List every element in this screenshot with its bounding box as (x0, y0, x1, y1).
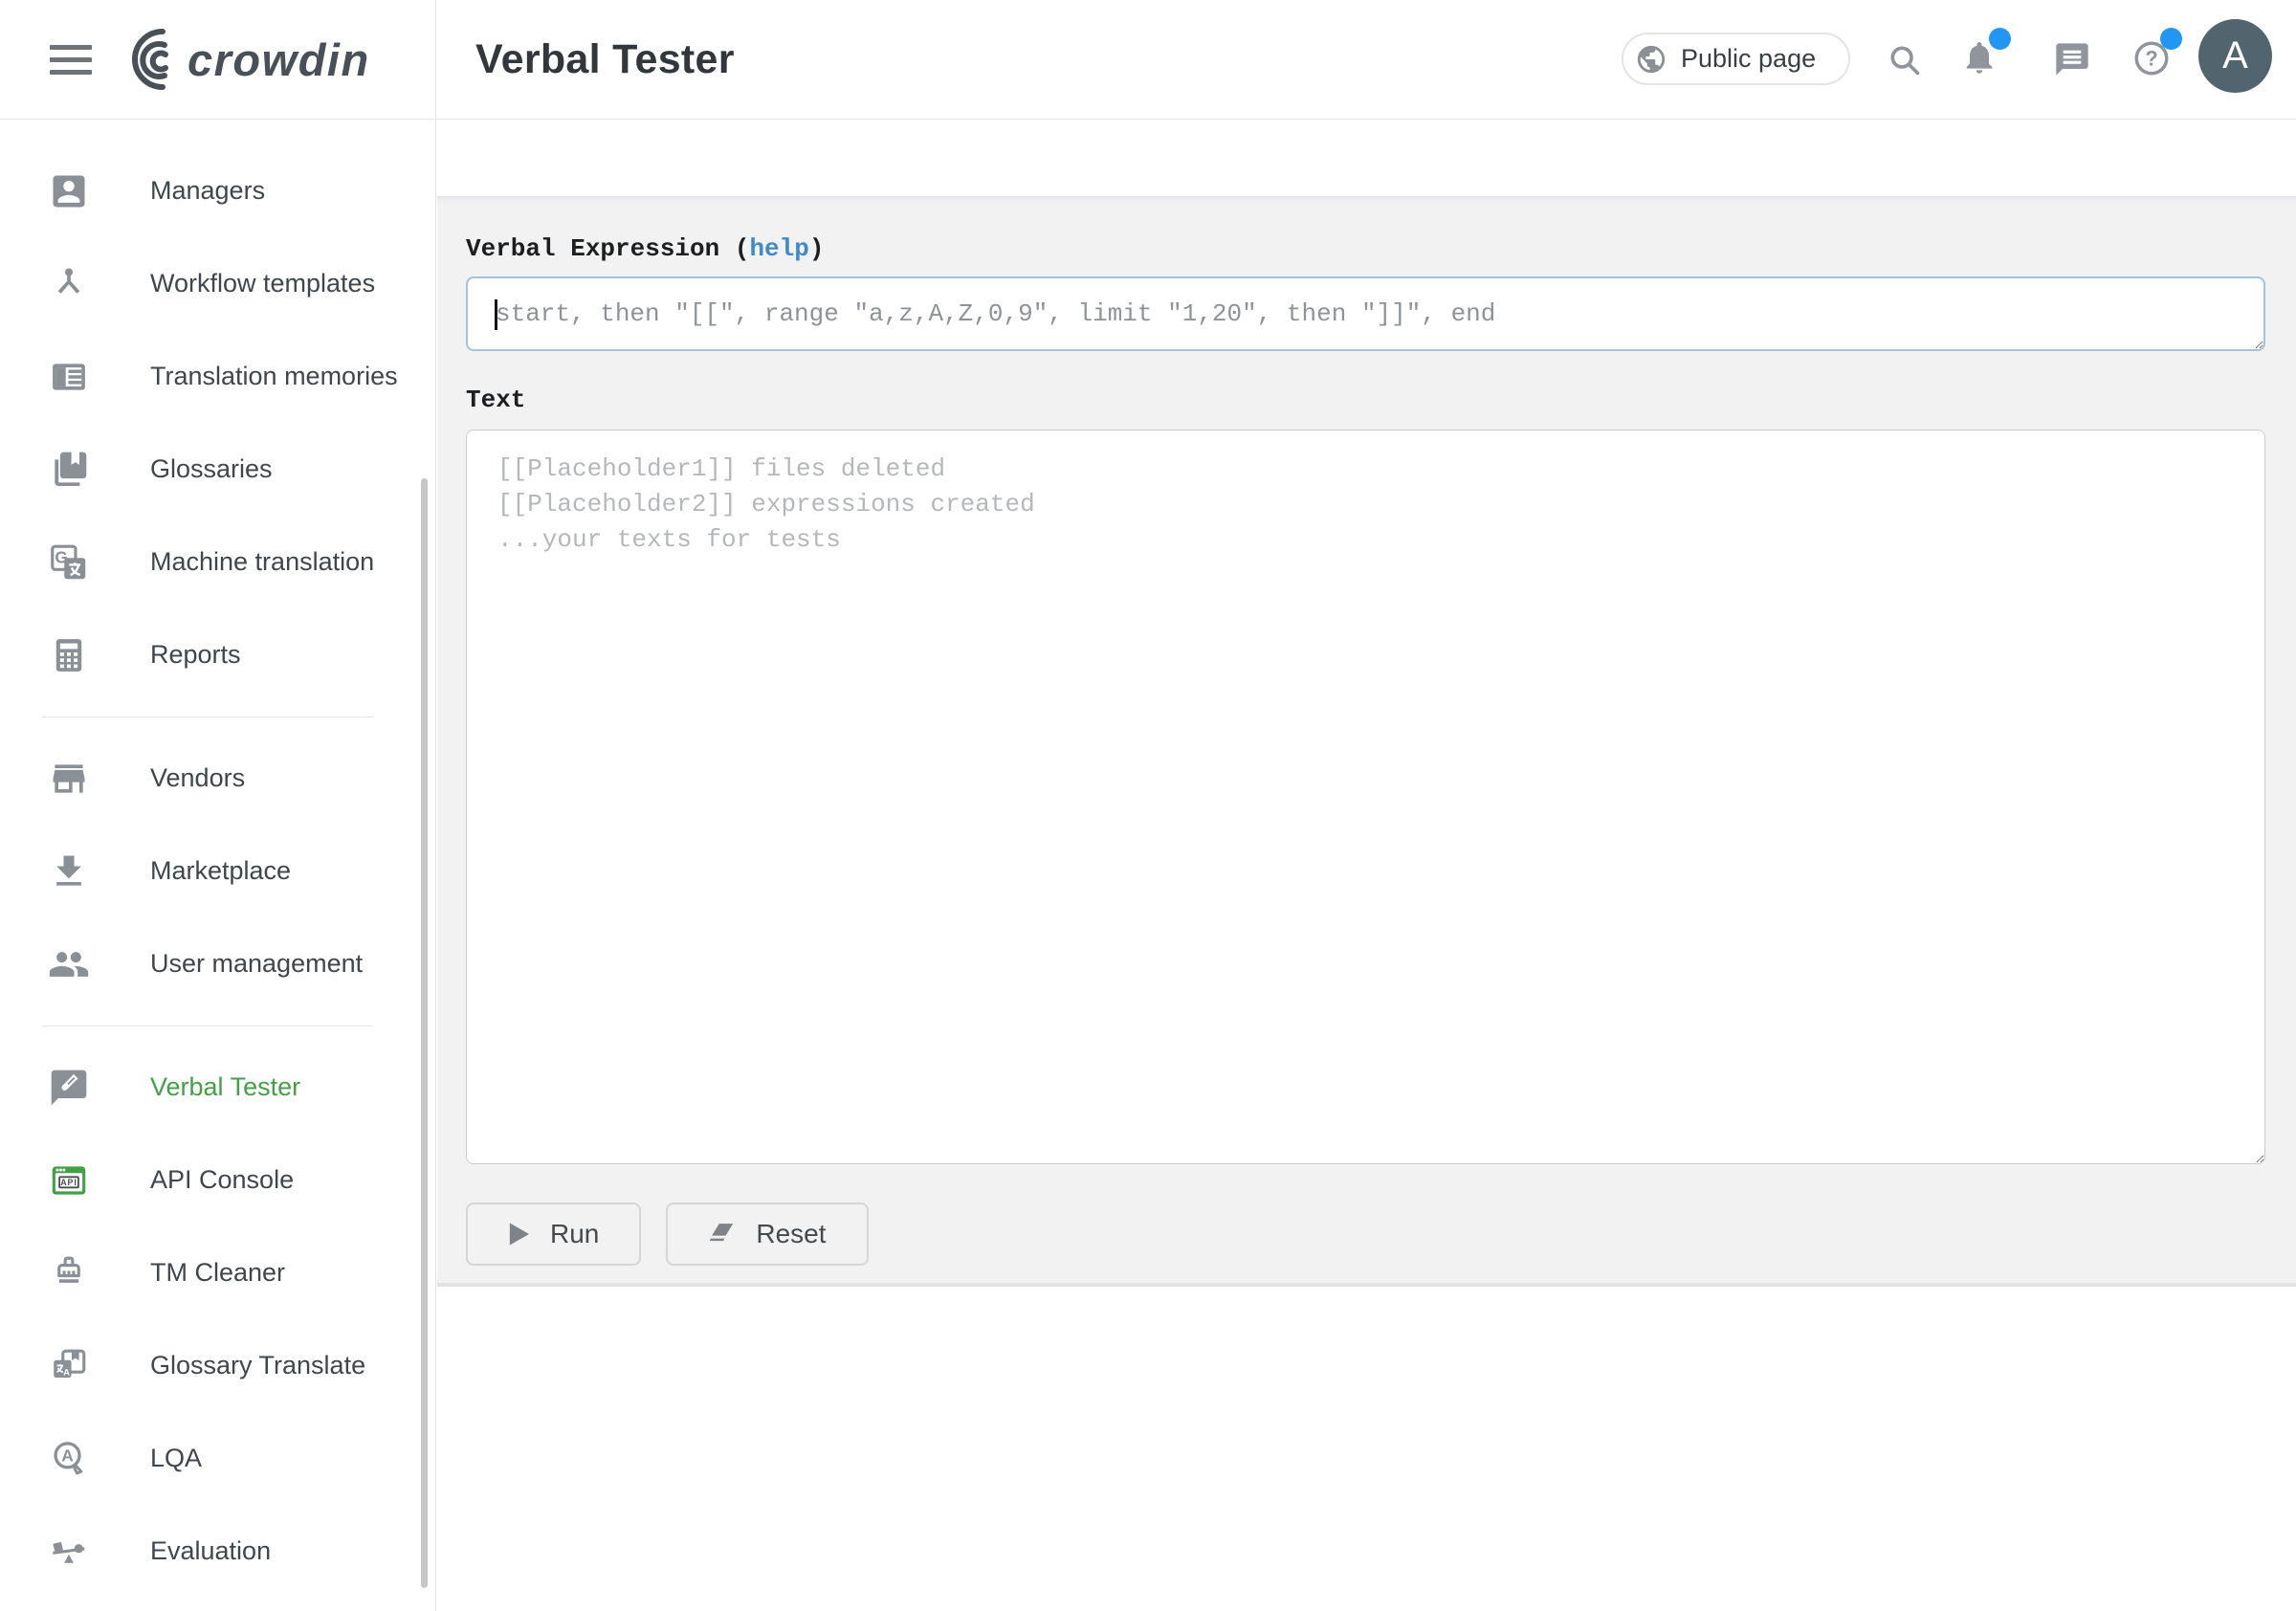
app-header: crowdin Verbal Tester Public page (0, 0, 2296, 120)
svg-text:A: A (63, 1367, 70, 1377)
sidebar-item-user-management[interactable]: User management (0, 917, 435, 1010)
people-icon (48, 943, 90, 985)
notifications-unread-badge (1989, 28, 2011, 50)
sidebar-item-label: Verbal Tester (150, 1072, 300, 1102)
sidebar-item-translation-memories[interactable]: Translation memories (0, 330, 435, 423)
test-tube-bubble-icon (48, 1067, 90, 1109)
eraser-icon (708, 1222, 737, 1247)
memory-card-icon (48, 356, 90, 398)
sidebar-item-vendors[interactable]: Vendors (0, 732, 435, 825)
sidebar-item-label: Machine translation (150, 547, 374, 577)
svg-text:API: API (60, 1177, 77, 1186)
sidebar-nav: Managers Workflow templates (0, 120, 435, 1598)
sidebar-item-managers[interactable]: Managers (0, 144, 435, 237)
sidebar-item-marketplace[interactable]: Marketplace (0, 825, 435, 917)
sidebar-item-lqa[interactable]: A LQA (0, 1412, 435, 1505)
verbal-tester-panel: Verbal Expression (help) Text Run (437, 196, 2296, 1287)
expression-label-text: Verbal Expression ( (466, 234, 749, 263)
sidebar-item-label: TM Cleaner (150, 1258, 285, 1288)
expression-field-wrap (466, 276, 2265, 351)
help-link[interactable]: help (749, 234, 808, 263)
sidebar-item-evaluation[interactable]: Evaluation (0, 1505, 435, 1598)
header-left: crowdin (0, 0, 436, 119)
reset-button[interactable]: Reset (666, 1203, 868, 1266)
sidebar-item-label: Marketplace (150, 856, 291, 886)
g-translate-icon: G (48, 541, 90, 584)
lqa-search-icon: A (48, 1438, 90, 1480)
run-button-label: Run (550, 1219, 599, 1249)
sidebar-item-label: Evaluation (150, 1536, 271, 1566)
expression-label: Verbal Expression (help) (466, 234, 2265, 263)
cleaning-brush-icon (48, 1252, 90, 1294)
sidebar-item-label: LQA (150, 1444, 202, 1473)
sidebar-item-verbal-tester[interactable]: Verbal Tester (0, 1041, 435, 1134)
avatar[interactable]: A (2198, 19, 2272, 93)
text-caret (495, 299, 497, 330)
text-input[interactable] (466, 430, 2265, 1164)
download-icon (48, 850, 90, 893)
messages-icon[interactable] (2053, 40, 2091, 78)
sidebar-item-label: Glossary Translate (150, 1351, 365, 1380)
help-unread-badge (2160, 28, 2182, 50)
text-label: Text (466, 386, 2265, 414)
balance-scale-icon (48, 1531, 90, 1573)
book-bookmark-icon (48, 449, 90, 491)
sidebar-item-label: Reports (150, 640, 241, 670)
sidebar-item-label: Translation memories (150, 362, 398, 391)
sidebar-item-label: API Console (150, 1165, 294, 1195)
sidebar-item-reports[interactable]: Reports (0, 608, 435, 701)
expression-input[interactable] (466, 276, 2265, 351)
page-title: Verbal Tester (475, 0, 735, 119)
sidebar-item-workflow-templates[interactable]: Workflow templates (0, 237, 435, 330)
svg-text:A: A (61, 1445, 74, 1465)
public-page-label: Public page (1681, 44, 1816, 74)
main-content: Verbal Expression (help) Text Run (437, 121, 2296, 1611)
sidebar-item-label: User management (150, 949, 363, 979)
workflow-icon (48, 263, 90, 305)
sidebar-item-glossaries[interactable]: Glossaries (0, 423, 435, 516)
svg-text:crowdin: crowdin (188, 34, 370, 85)
globe-icon (1635, 43, 1667, 76)
reset-button-label: Reset (756, 1219, 826, 1249)
play-icon (508, 1222, 531, 1247)
menu-icon[interactable] (50, 45, 92, 75)
actions-row: Run Reset (466, 1203, 2265, 1266)
avatar-letter: A (2222, 34, 2248, 77)
account-box-icon (48, 170, 90, 212)
sidebar-item-api-console[interactable]: API API Console (0, 1134, 435, 1226)
sidebar-item-label: Vendors (150, 763, 245, 793)
sidebar-item-label: Managers (150, 176, 265, 206)
sidebar: Managers Workflow templates (0, 120, 436, 1611)
run-button[interactable]: Run (466, 1203, 641, 1266)
glossary-translate-icon: A (48, 1345, 90, 1387)
sidebar-item-tm-cleaner[interactable]: TM Cleaner (0, 1226, 435, 1319)
calculator-icon (48, 634, 90, 676)
sidebar-item-label: Workflow templates (150, 269, 375, 298)
search-icon[interactable] (1887, 42, 1923, 78)
sidebar-item-label: Glossaries (150, 454, 273, 484)
svg-text:?: ? (2145, 47, 2157, 71)
sidebar-scrollbar[interactable] (421, 478, 428, 1588)
expression-label-suffix: ) (809, 234, 825, 263)
api-console-icon: API (48, 1159, 90, 1202)
crowdin-logo[interactable]: crowdin (119, 25, 396, 94)
storefront-icon (48, 758, 90, 800)
sidebar-item-glossary-translate[interactable]: A Glossary Translate (0, 1319, 435, 1412)
public-page-button[interactable]: Public page (1622, 33, 1850, 85)
sidebar-item-machine-translation[interactable]: G Machine translation (0, 516, 435, 608)
